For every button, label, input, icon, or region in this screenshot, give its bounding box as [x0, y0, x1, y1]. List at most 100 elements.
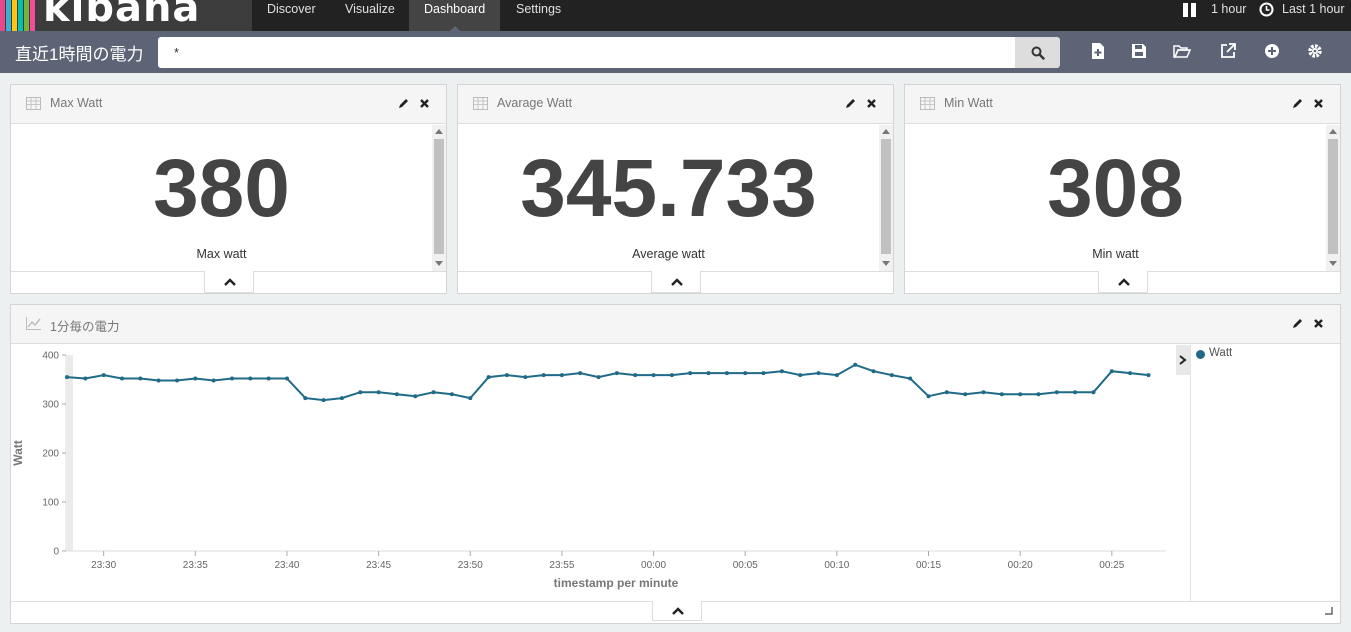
edit-pencil-icon[interactable]	[844, 97, 857, 110]
close-icon[interactable]	[1312, 97, 1325, 110]
data-point	[541, 373, 546, 378]
edit-pencil-icon[interactable]	[397, 97, 410, 110]
vertical-scrollbar[interactable]	[879, 125, 893, 272]
line-chart: 0 100 200 300 400 23:30 23:35 23:40 23:45 23:50 23…	[11, 351, 1166, 590]
data-point	[798, 373, 803, 378]
close-icon[interactable]	[1312, 317, 1325, 330]
data-point	[504, 373, 509, 378]
legend-item-label[interactable]: Watt	[1209, 347, 1232, 359]
scroll-up-arrow[interactable]	[435, 129, 443, 134]
time-range[interactable]: Last 1 hour	[1282, 0, 1345, 31]
open-folder-icon[interactable]	[1173, 42, 1191, 60]
new-dashboard-icon[interactable]	[1089, 42, 1107, 60]
search-button[interactable]	[1015, 37, 1060, 68]
data-point	[1018, 392, 1023, 397]
search-icon	[1031, 46, 1045, 60]
metric-label: Min watt	[1092, 247, 1139, 261]
share-icon[interactable]	[1219, 42, 1237, 60]
table-icon	[473, 97, 488, 110]
scroll-up-arrow[interactable]	[1329, 129, 1337, 134]
search-input[interactable]	[158, 37, 1015, 68]
scrollbar-thumb[interactable]	[1328, 139, 1338, 254]
chevron-up-icon	[671, 278, 683, 286]
logo-stripe	[18, 0, 23, 31]
metric-label: Max watt	[196, 247, 247, 261]
plot-edge-band	[67, 355, 73, 551]
nav-settings[interactable]: Settings	[501, 0, 576, 31]
x-tick-label: 00:00	[641, 560, 666, 571]
scroll-down-arrow[interactable]	[435, 261, 443, 266]
logo-stripe	[24, 0, 29, 31]
kibana-logo[interactable]: kibana	[0, 0, 252, 31]
vertical-scrollbar[interactable]	[1326, 125, 1340, 272]
refresh-interval[interactable]: 1 hour	[1211, 0, 1246, 31]
vertical-scrollbar[interactable]	[432, 125, 446, 272]
x-tick-label: 23:50	[458, 560, 483, 571]
chevron-up-icon	[672, 607, 684, 615]
settings-gear-icon[interactable]	[1306, 42, 1324, 60]
data-point	[468, 396, 473, 401]
collapse-button[interactable]	[652, 601, 702, 621]
data-point	[339, 396, 344, 401]
pause-icon[interactable]	[1182, 3, 1197, 17]
panel-min-watt: Min Watt 308 Min watt	[904, 84, 1341, 294]
data-point	[303, 396, 308, 401]
x-tick-label: 00:15	[916, 560, 941, 571]
data-point	[358, 390, 363, 395]
scrollbar-thumb[interactable]	[434, 139, 444, 254]
metric-value: 345.733	[520, 143, 817, 234]
scroll-up-arrow[interactable]	[882, 129, 890, 134]
nav-dashboard[interactable]: Dashboard	[409, 0, 501, 31]
y-tick-label: 300	[42, 400, 59, 411]
scroll-down-arrow[interactable]	[882, 261, 890, 266]
table-icon	[26, 97, 41, 110]
data-point	[1109, 369, 1114, 374]
data-point	[1036, 392, 1041, 397]
data-point	[816, 371, 821, 376]
resize-handle-icon[interactable]	[1325, 607, 1333, 615]
data-point	[651, 373, 656, 378]
data-point	[578, 371, 583, 376]
nav-discover[interactable]: Discover	[252, 0, 331, 31]
panel-title: Avarage Watt	[497, 96, 573, 110]
collapse-button[interactable]	[204, 271, 254, 293]
close-icon[interactable]	[418, 97, 431, 110]
data-point	[669, 373, 674, 378]
data-point	[211, 378, 216, 383]
save-icon[interactable]	[1130, 42, 1148, 60]
data-point	[193, 376, 198, 381]
collapse-button[interactable]	[651, 271, 701, 293]
logo-stripe	[0, 0, 5, 31]
scroll-down-arrow[interactable]	[1329, 261, 1337, 266]
data-point	[944, 390, 949, 395]
data-point	[853, 362, 858, 367]
close-icon[interactable]	[865, 97, 878, 110]
metric-value: 308	[1047, 143, 1184, 234]
panel-header: Max Watt	[11, 85, 446, 124]
metric-value: 380	[153, 143, 290, 234]
edit-pencil-icon[interactable]	[1291, 97, 1304, 110]
y-tick-label: 0	[53, 547, 59, 558]
data-point	[908, 376, 913, 381]
data-point	[413, 394, 418, 399]
panel-header: 1分毎の電力	[11, 305, 1340, 344]
x-tick-label: 23:30	[91, 560, 116, 571]
chevron-up-icon	[224, 278, 236, 286]
panel-header: Min Watt	[905, 85, 1340, 124]
data-point	[230, 376, 234, 381]
edit-pencil-icon[interactable]	[1291, 317, 1304, 330]
collapse-button[interactable]	[1098, 271, 1148, 293]
data-point	[743, 371, 748, 376]
add-visualization-icon[interactable]	[1263, 42, 1281, 60]
panel-title: Max Watt	[50, 96, 103, 110]
data-point	[1146, 373, 1151, 378]
data-point	[559, 373, 564, 378]
data-point	[138, 376, 143, 381]
scrollbar-thumb[interactable]	[881, 139, 891, 254]
legend-toggle-button[interactable]	[1176, 345, 1190, 375]
x-tick-label: 00:20	[1008, 560, 1033, 571]
nav-visualize[interactable]: Visualize	[330, 0, 410, 31]
data-point	[999, 392, 1004, 397]
data-point	[285, 376, 289, 381]
x-tick-label: 23:45	[366, 560, 391, 571]
